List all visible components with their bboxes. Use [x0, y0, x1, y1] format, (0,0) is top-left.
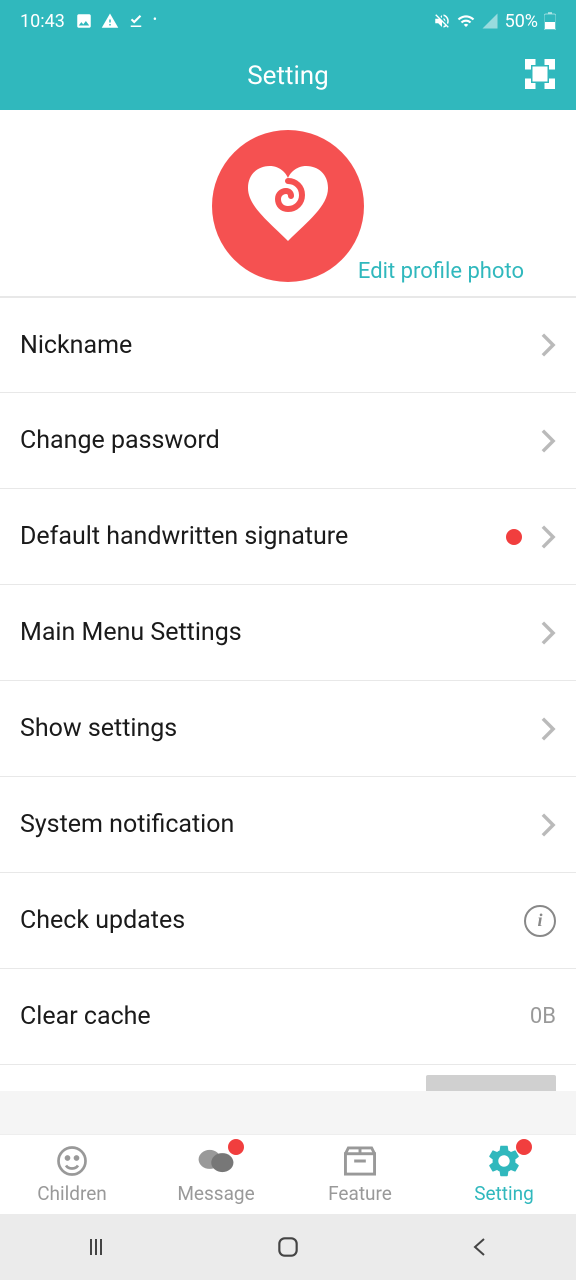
info-icon: i [524, 905, 556, 937]
system-notification-item[interactable]: System notification [0, 777, 576, 873]
settings-list: Nickname Change password Default handwri… [0, 297, 576, 1091]
battery-icon [544, 12, 556, 30]
default-signature-item[interactable]: Default handwritten signature [0, 489, 576, 585]
nav-setting[interactable]: Setting [432, 1135, 576, 1214]
nickname-label: Nickname [20, 331, 132, 360]
change-password-label: Change password [20, 426, 220, 455]
notification-dot [506, 529, 522, 545]
nav-message[interactable]: Message [144, 1135, 288, 1214]
status-bar: 10:43 • 50% [0, 0, 576, 42]
clear-cache-label: Clear cache [20, 1002, 151, 1031]
nav-message-label: Message [177, 1182, 254, 1205]
chevron-right-icon [540, 525, 556, 549]
signal-icon [481, 12, 499, 30]
back-icon [468, 1235, 492, 1259]
profile-section: Edit profile photo [0, 110, 576, 297]
chevron-right-icon [540, 621, 556, 645]
avatar[interactable] [212, 130, 364, 282]
check-updates-label: Check updates [20, 906, 185, 935]
qr-icon [522, 56, 558, 92]
nav-children-label: Children [37, 1182, 107, 1205]
status-left: 10:43 • [20, 11, 157, 32]
image-icon [75, 12, 93, 30]
default-signature-label: Default handwritten signature [20, 522, 348, 551]
main-menu-settings-item[interactable]: Main Menu Settings [0, 585, 576, 681]
nav-setting-label: Setting [474, 1182, 534, 1205]
chevron-right-icon [540, 813, 556, 837]
heart-logo-icon [238, 156, 338, 256]
clear-cache-item[interactable]: Clear cache 0B [0, 969, 576, 1065]
page-title: Setting [247, 61, 329, 91]
back-button[interactable] [465, 1232, 495, 1262]
edit-profile-photo-link[interactable]: Edit profile photo [358, 259, 524, 284]
cache-size-value: 0B [530, 1004, 556, 1029]
feature-icon [341, 1144, 379, 1178]
home-button[interactable] [273, 1232, 303, 1262]
nav-children[interactable]: Children [0, 1135, 144, 1214]
bottom-nav: Children Message Feature Setting [0, 1134, 576, 1214]
app-header: Setting [0, 42, 576, 110]
status-right: 50% [433, 11, 556, 32]
status-notification-icons: • [75, 12, 157, 30]
home-icon [275, 1234, 301, 1260]
qr-scan-button[interactable] [522, 56, 558, 96]
warning-icon [101, 12, 119, 30]
battery-percent: 50% [505, 11, 538, 32]
main-menu-settings-label: Main Menu Settings [20, 618, 242, 647]
chevron-right-icon [540, 333, 556, 357]
chevron-right-icon [540, 717, 556, 741]
nickname-item[interactable]: Nickname [0, 297, 576, 393]
status-time: 10:43 [20, 11, 65, 32]
toggle-partial [426, 1075, 556, 1091]
message-badge [228, 1139, 244, 1155]
change-password-item[interactable]: Change password [0, 393, 576, 489]
wifi-icon [457, 12, 475, 30]
chevron-right-icon [540, 429, 556, 453]
recent-apps-button[interactable] [81, 1232, 111, 1262]
mute-icon [433, 12, 451, 30]
nav-feature[interactable]: Feature [288, 1135, 432, 1214]
check-updates-item[interactable]: Check updates i [0, 873, 576, 969]
download-done-icon [127, 12, 145, 30]
system-nav-bar [0, 1214, 576, 1280]
children-icon [53, 1144, 91, 1178]
partial-visible-item[interactable] [0, 1065, 576, 1091]
show-settings-label: Show settings [20, 714, 177, 743]
setting-badge [516, 1139, 532, 1155]
nav-feature-label: Feature [328, 1182, 392, 1205]
system-notification-label: System notification [20, 810, 234, 839]
show-settings-item[interactable]: Show settings [0, 681, 576, 777]
recent-icon [84, 1235, 108, 1259]
